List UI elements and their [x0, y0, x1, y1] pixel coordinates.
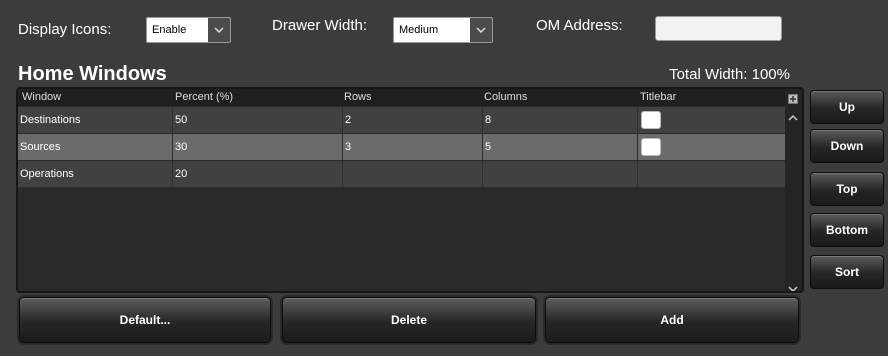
table-row[interactable]: Operations 20: [18, 161, 786, 188]
column-header-columns[interactable]: Columns: [484, 91, 527, 103]
om-address-label: OM Address:: [536, 17, 623, 34]
om-address-value: [656, 22, 660, 34]
column-header-rows[interactable]: Rows: [344, 91, 372, 103]
chevron-down-icon[interactable]: [208, 18, 230, 42]
cell-rows[interactable]: 3: [343, 134, 483, 160]
cell-percent[interactable]: 20: [173, 161, 343, 187]
column-header-percent[interactable]: Percent (%): [175, 91, 233, 103]
cell-window: Destinations: [18, 107, 173, 133]
cell-percent[interactable]: 50: [173, 107, 343, 133]
display-icons-value: Enable: [152, 24, 187, 36]
titlebar-checkbox[interactable]: [641, 111, 661, 129]
column-header-window[interactable]: Window: [22, 91, 61, 103]
settings-bar: Display Icons: Enable Drawer Width: Medi…: [0, 0, 888, 62]
cell-titlebar: [638, 161, 786, 187]
scroll-up-icon[interactable]: [788, 108, 798, 126]
chevron-down-icon[interactable]: [470, 18, 492, 42]
table-header: Window Percent (%) Rows Columns Titlebar: [18, 89, 786, 106]
page-title: Home Windows: [18, 63, 167, 85]
table-row[interactable]: Sources 30 3 5: [18, 134, 786, 161]
display-icons-label: Display Icons:: [18, 21, 112, 38]
table-scrollbar[interactable]: [785, 89, 802, 291]
titlebar-checkbox[interactable]: [641, 138, 661, 156]
sort-button[interactable]: Sort: [810, 255, 884, 289]
top-button[interactable]: Top: [810, 172, 884, 206]
down-button[interactable]: Down: [810, 129, 884, 163]
column-chooser-icon[interactable]: [788, 91, 798, 109]
cell-columns[interactable]: 8: [483, 107, 638, 133]
default-button[interactable]: Default...: [19, 297, 271, 343]
add-button[interactable]: Add: [545, 297, 799, 343]
cell-titlebar: [638, 107, 786, 133]
up-button[interactable]: Up: [810, 90, 884, 124]
drawer-width-select[interactable]: Medium: [393, 17, 493, 43]
total-width-label: Total Width: 100%: [669, 66, 790, 83]
cell-columns[interactable]: 5: [483, 134, 638, 160]
home-windows-table: Window Percent (%) Rows Columns Titlebar…: [16, 87, 804, 293]
cell-window: Operations: [18, 161, 173, 187]
cell-window: Sources: [18, 134, 173, 160]
om-address-input[interactable]: [655, 16, 782, 41]
display-icons-select[interactable]: Enable: [146, 17, 231, 43]
table-row[interactable]: Destinations 50 2 8: [18, 107, 786, 134]
cell-percent[interactable]: 30: [173, 134, 343, 160]
cell-rows[interactable]: 2: [343, 107, 483, 133]
scroll-down-icon[interactable]: [788, 280, 798, 291]
cell-titlebar: [638, 134, 786, 160]
drawer-width-value: Medium: [399, 24, 439, 36]
cell-columns[interactable]: [483, 161, 638, 187]
delete-button[interactable]: Delete: [282, 297, 536, 343]
drawer-width-label: Drawer Width:: [272, 17, 368, 34]
bottom-button[interactable]: Bottom: [810, 213, 884, 247]
cell-rows[interactable]: [343, 161, 483, 187]
column-header-titlebar[interactable]: Titlebar: [640, 91, 676, 103]
